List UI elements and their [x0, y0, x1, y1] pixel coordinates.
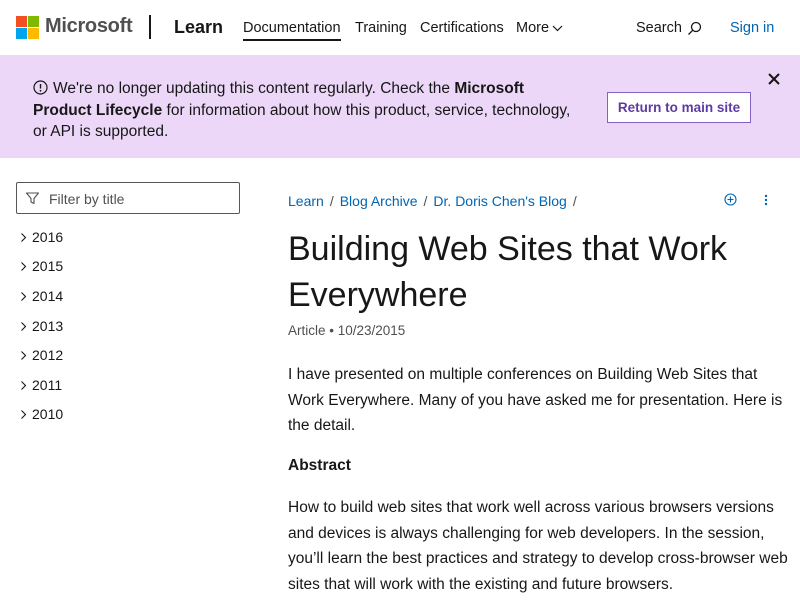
- intro-paragraph: I have presented on multiple conferences…: [288, 366, 783, 434]
- abstract-paragraph: How to build web sites that work well ac…: [288, 499, 788, 593]
- article-meta: Article • 10/23/2015: [288, 323, 406, 338]
- nav-more-label: More: [516, 20, 550, 36]
- filter-by-title-input[interactable]: Filter by title: [16, 182, 240, 214]
- learn-home-link[interactable]: Learn: [174, 17, 223, 38]
- nav-more[interactable]: More: [516, 20, 563, 36]
- toc-item-label: 2012: [32, 347, 64, 363]
- chevron-right-icon: [21, 410, 27, 419]
- more-vertical-icon[interactable]: [763, 194, 769, 206]
- add-collection-icon[interactable]: [724, 193, 737, 206]
- banner-message: We're no longer updating this content re…: [33, 78, 578, 143]
- toc-item-label: 2011: [32, 377, 63, 393]
- chevron-right-icon: [21, 262, 27, 271]
- breadcrumb-learn[interactable]: Learn: [288, 193, 324, 209]
- abstract-heading: Abstract: [288, 457, 351, 474]
- header-divider: [149, 15, 151, 39]
- breadcrumb-separator: /: [329, 193, 334, 209]
- chevron-right-icon: [21, 351, 27, 360]
- info-circle-icon: [33, 80, 48, 95]
- breadcrumb: Learn / Blog Archive / Dr. Doris Chen's Blog…: [288, 193, 583, 209]
- search-button[interactable]: Search: [636, 20, 702, 36]
- toc-item-label: 2015: [32, 258, 64, 274]
- article-title: Building Web Sites that Work Everywhere: [288, 230, 728, 314]
- chevron-right-icon: [21, 381, 27, 390]
- sign-in-link[interactable]: Sign in: [730, 20, 774, 36]
- filter-placeholder: Filter by title: [49, 191, 125, 207]
- microsoft-wordmark[interactable]: Microsoft: [45, 15, 133, 38]
- nav-training[interactable]: Training: [355, 20, 407, 36]
- nav-certifications[interactable]: Certifications: [420, 20, 504, 36]
- toc-item-label: 2014: [32, 288, 64, 304]
- toc-item-label: 2013: [32, 318, 64, 334]
- site-header: Microsoft Learn Documentation Training C…: [0, 0, 800, 55]
- article-type: Article: [288, 323, 326, 338]
- chevron-down-icon: [552, 25, 563, 32]
- banner-text-before: We're no longer updating this content re…: [53, 80, 455, 97]
- article-date: 10/23/2015: [337, 323, 406, 338]
- nav-documentation[interactable]: Documentation: [243, 20, 341, 41]
- toc-item-label: 2010: [32, 406, 64, 422]
- close-icon[interactable]: [766, 71, 782, 87]
- chevron-right-icon: [21, 322, 27, 331]
- breadcrumb-doris-chen-blog[interactable]: Dr. Doris Chen's Blog: [433, 193, 566, 209]
- filter-icon: [25, 192, 40, 205]
- chevron-right-icon: [21, 233, 27, 242]
- breadcrumb-separator: /: [572, 193, 577, 209]
- deprecation-banner: We're no longer updating this content re…: [0, 55, 800, 158]
- breadcrumb-separator: /: [423, 193, 428, 209]
- return-to-main-site-button[interactable]: Return to main site: [607, 92, 751, 123]
- search-label: Search: [636, 20, 682, 36]
- search-icon: [687, 21, 702, 35]
- breadcrumb-blog-archive[interactable]: Blog Archive: [340, 193, 418, 209]
- chevron-right-icon: [21, 292, 27, 301]
- microsoft-logo-icon[interactable]: [16, 16, 39, 39]
- toc-item-label: 2016: [32, 229, 64, 245]
